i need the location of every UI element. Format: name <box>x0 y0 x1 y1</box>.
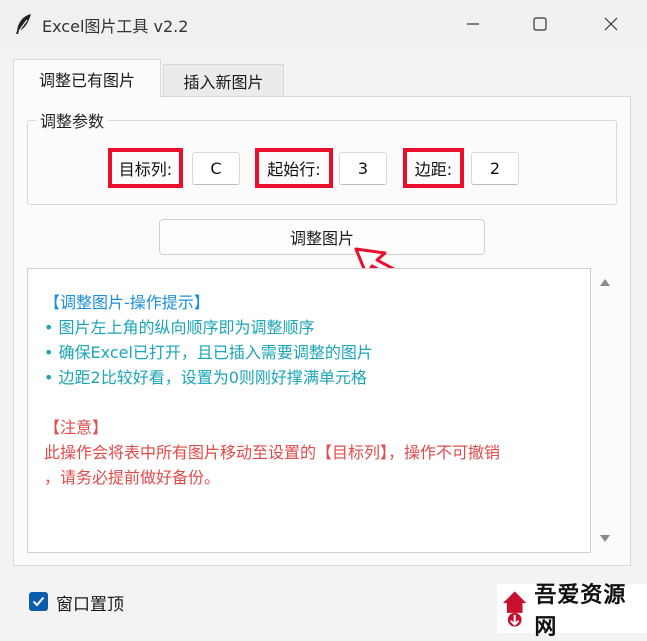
hint-item: • 确保Excel已打开，且已插入需要调整的图片 <box>44 343 373 362</box>
close-icon <box>604 17 618 31</box>
scroll-up-icon[interactable] <box>599 277 611 287</box>
close-button[interactable] <box>588 0 634 48</box>
checkmark-icon <box>32 596 45 607</box>
watermark: 吾爱资源网 <box>497 582 647 640</box>
hint-item: • 图片左上角的纵向顺序即为调整顺序 <box>44 318 315 337</box>
margin-label: 边距: <box>403 148 464 188</box>
target-col-input[interactable]: C <box>192 152 240 185</box>
margin-input[interactable]: 2 <box>471 152 519 185</box>
note-line: ，请务必提前做好备份。 <box>44 468 221 487</box>
watermark-logo-icon <box>502 590 527 627</box>
maximize-icon <box>533 17 547 31</box>
hint-title: 【调整图片-操作提示】 <box>44 293 210 312</box>
maximize-button[interactable] <box>517 0 563 48</box>
watermark-text: 吾爱资源网 <box>534 581 627 640</box>
start-row-label: 起始行: <box>255 148 333 188</box>
params-group-label: 调整参数 <box>36 108 109 132</box>
scroll-down-icon[interactable] <box>599 534 611 544</box>
minimize-icon <box>467 23 479 25</box>
tab-insert-new[interactable]: 插入新图片 <box>163 64 284 97</box>
always-on-top-checkbox[interactable] <box>29 592 48 611</box>
note-title: 【注意】 <box>44 418 109 437</box>
minimize-button[interactable] <box>450 0 496 48</box>
hint-textbox[interactable]: 【调整图片-操作提示】 • 图片左上角的纵向顺序即为调整顺序 • 确保Excel… <box>27 268 591 553</box>
adjust-images-button[interactable]: 调整图片 <box>159 219 485 255</box>
feather-icon <box>16 14 31 34</box>
window-title: Excel图片工具 v2.2 <box>42 17 189 36</box>
hint-scrollbar[interactable] <box>595 268 615 553</box>
title-bar: Excel图片工具 v2.2 <box>0 0 647 48</box>
target-col-label: 目标列: <box>108 148 183 188</box>
always-on-top-label: 窗口置顶 <box>56 595 124 615</box>
hint-item: • 边距2比较好看，设置为0则刚好撑满单元格 <box>44 368 367 387</box>
note-line: 此操作会将表中所有图片移动至设置的【目标列】，操作不可撤销 <box>44 443 501 462</box>
tab-adjust-existing[interactable]: 调整已有图片 <box>13 59 161 98</box>
start-row-input[interactable]: 3 <box>339 152 387 185</box>
